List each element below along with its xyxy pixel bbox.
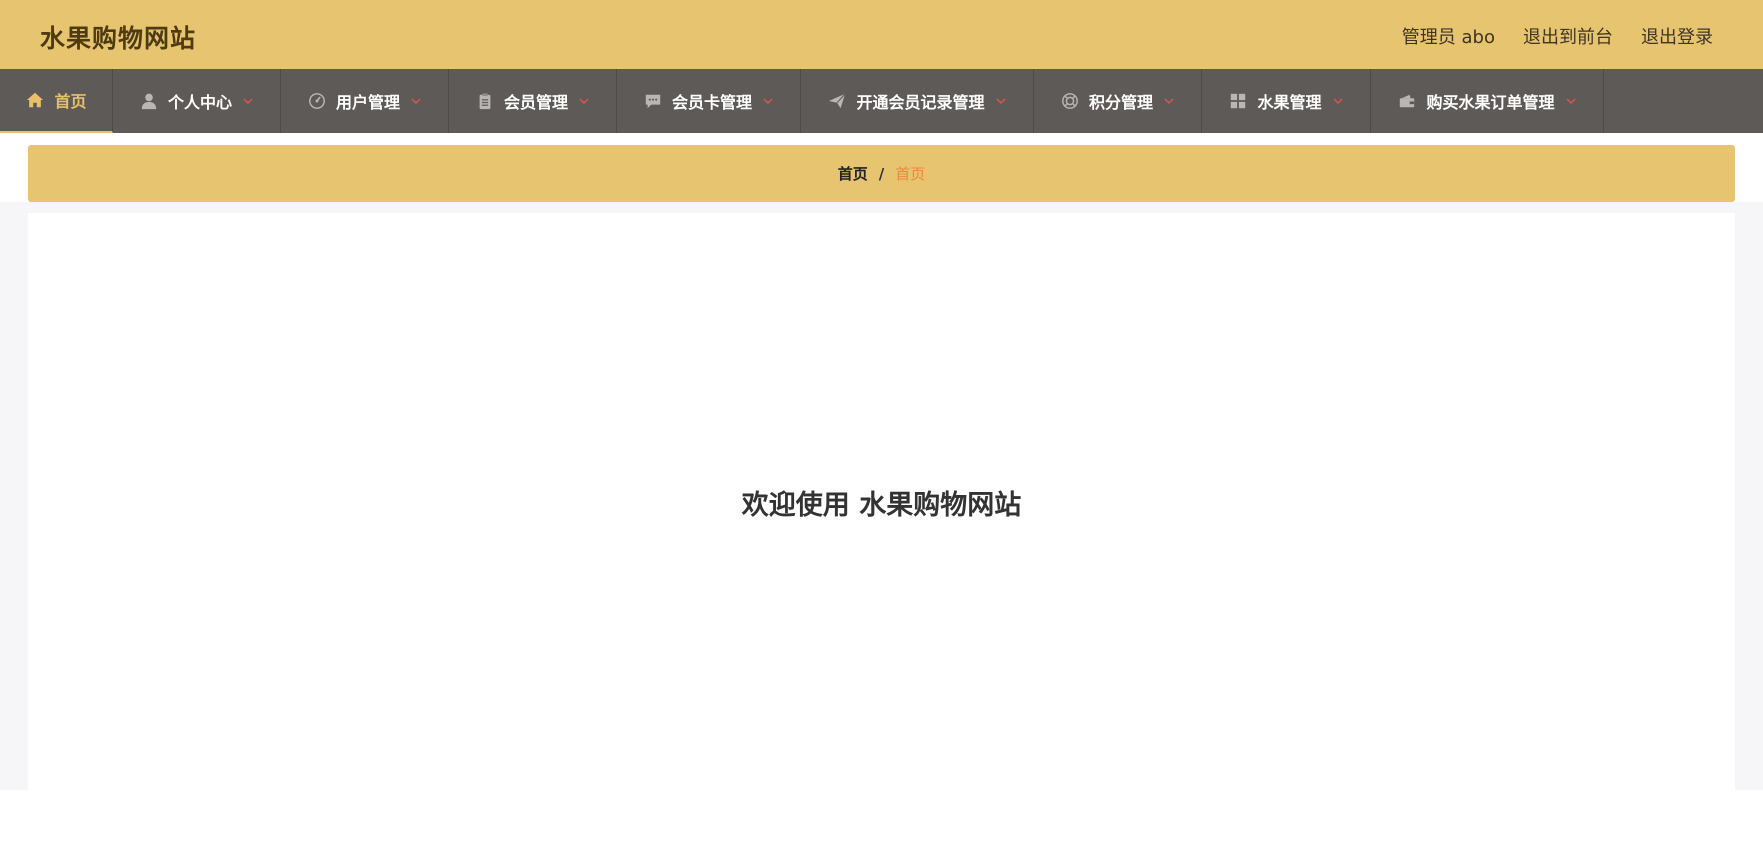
nav-label: 会员管理	[503, 93, 568, 112]
nav-item-member-management[interactable]: 会员管理	[449, 69, 617, 133]
welcome-message: 欢迎使用 水果购物网站	[741, 490, 1022, 521]
nav-label: 积分管理	[1088, 93, 1153, 112]
top-actions: 管理员 abo 退出到前台 退出登录	[1402, 23, 1713, 49]
nav-label: 购买水果订单管理	[1426, 93, 1555, 112]
comment-icon	[643, 91, 663, 111]
logout-link[interactable]: 退出登录	[1641, 23, 1713, 49]
breadcrumb-home-link[interactable]: 首页	[838, 163, 868, 184]
nav-label: 首页	[54, 92, 87, 111]
chevron-down-icon	[1332, 95, 1344, 107]
top-header: 水果购物网站 管理员 abo 退出到前台 退出登录	[0, 0, 1763, 69]
nav-item-fruit-management[interactable]: 水果管理	[1202, 69, 1371, 133]
dashboard-icon	[307, 91, 327, 111]
main-nav: 首页 个人中心 用户管理 会员管理 会员卡管理 开通会员记录管理 积分管理 水果…	[0, 69, 1763, 133]
exit-to-frontend-link[interactable]: 退出到前台	[1523, 23, 1613, 49]
wallet-icon	[1397, 91, 1417, 111]
home-icon	[25, 90, 45, 110]
admin-label: 管理员 abo	[1401, 27, 1495, 48]
nav-label: 用户管理	[335, 93, 400, 112]
chevron-down-icon	[762, 95, 774, 107]
nav-item-user-management[interactable]: 用户管理	[281, 69, 449, 133]
nav-item-points-management[interactable]: 积分管理	[1034, 69, 1202, 133]
grid-icon	[1228, 91, 1248, 111]
clipboard-icon	[475, 91, 495, 111]
nav-label: 个人中心	[167, 93, 232, 112]
chevron-down-icon	[1565, 95, 1577, 107]
nav-label: 水果管理	[1257, 93, 1322, 112]
chevron-down-icon	[1163, 95, 1175, 107]
chevron-down-icon	[242, 95, 254, 107]
nav-item-fruit-order-management[interactable]: 购买水果订单管理	[1371, 69, 1604, 133]
breadcrumb-separator: /	[878, 164, 885, 183]
page: 水果购物网站 管理员 abo 退出到前台 退出登录 首页 个人中心 用户管理 会…	[0, 0, 1763, 844]
nav-item-membership-record-management[interactable]: 开通会员记录管理	[801, 69, 1034, 133]
site-title: 水果购物网站	[40, 24, 197, 53]
chevron-down-icon	[410, 95, 422, 107]
nav-label: 会员卡管理	[671, 93, 752, 112]
nav-item-member-card-management[interactable]: 会员卡管理	[617, 69, 801, 133]
send-icon	[827, 91, 847, 111]
breadcrumb: 首页 / 首页	[28, 145, 1735, 202]
chevron-down-icon	[995, 95, 1007, 107]
lifebuoy-icon	[1060, 91, 1080, 111]
main-content: 欢迎使用 水果购物网站	[28, 213, 1735, 790]
nav-label: 开通会员记录管理	[856, 93, 985, 112]
nav-item-home[interactable]: 首页	[0, 69, 113, 133]
nav-item-personal-center[interactable]: 个人中心	[113, 69, 281, 133]
user-icon	[139, 91, 159, 111]
chevron-down-icon	[578, 95, 590, 107]
breadcrumb-current: 首页	[895, 165, 926, 183]
